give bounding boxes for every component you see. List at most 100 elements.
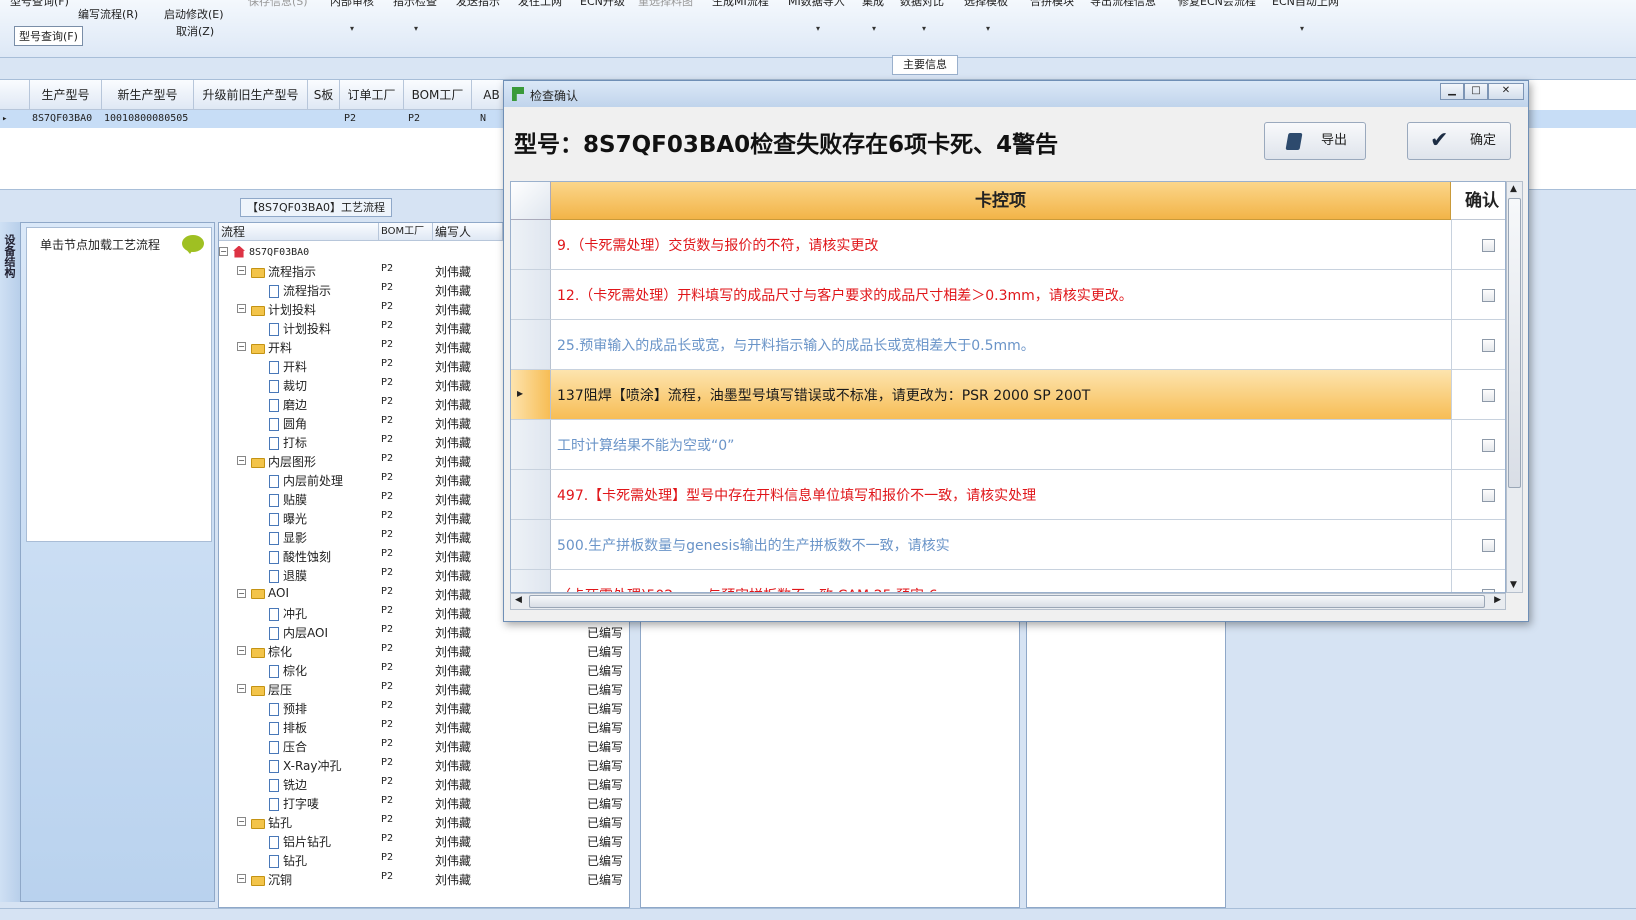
tree-node[interactable]: 预排 P2 刘伟藏 已编写	[219, 698, 629, 717]
horizontal-scrollbar[interactable]: ◀ ▶	[510, 593, 1506, 610]
scroll-left-icon[interactable]: ◀	[515, 595, 522, 605]
vscroll-thumb[interactable]	[1508, 198, 1521, 488]
control-item-row[interactable]: 497.【卡死需处理】型号中存在开料信息单位填写和报价不一致，请核实处理	[511, 470, 1505, 520]
col-s-board[interactable]: S板	[308, 80, 340, 110]
confirm-checkbox[interactable]	[1482, 339, 1495, 352]
tree-node[interactable]: 棕化 P2 刘伟藏 已编写	[219, 660, 629, 679]
export-flow-info-button[interactable]: 导出流程信息	[1090, 0, 1156, 9]
send-instruction-button[interactable]: 发送指示	[456, 0, 500, 9]
confirm-checkbox[interactable]	[1482, 239, 1495, 252]
col-confirm[interactable]: 确认	[1451, 182, 1505, 220]
collapse-icon[interactable]: −	[219, 247, 228, 256]
generate-mi-flow-button[interactable]: 生成MI流程	[712, 0, 769, 9]
merge-module-button[interactable]: 合拼模块	[1030, 0, 1074, 9]
row-header[interactable]	[511, 520, 551, 569]
tree-node[interactable]: − 棕化 P2 刘伟藏 已编写	[219, 641, 629, 660]
internal-review-button[interactable]: 内部审核	[330, 0, 374, 9]
grid-corner[interactable]	[511, 182, 551, 220]
collapse-icon[interactable]: −	[237, 266, 246, 275]
confirm-checkbox[interactable]	[1482, 489, 1495, 502]
scroll-up-icon[interactable]: ▲	[1510, 184, 1517, 194]
save-info-button[interactable]: 保存信息(S)	[248, 0, 308, 9]
collapse-icon[interactable]: −	[237, 304, 246, 313]
ecn-upgrade-button[interactable]: ECN升级	[580, 0, 625, 9]
chevron-down-icon[interactable]: ▾	[1300, 24, 1304, 33]
integrate-button[interactable]: 集成	[862, 0, 884, 9]
chevron-down-icon[interactable]: ▾	[414, 24, 418, 33]
control-item-row[interactable]: 9.（卡死需处理）交货数与报价的不符，请核实更改	[511, 220, 1505, 270]
col-new-production-model[interactable]: 新生产型号	[102, 80, 194, 110]
ribbon-model-query-top[interactable]: 型号查询(F)	[10, 0, 72, 9]
row-header[interactable]	[511, 220, 551, 269]
confirm-checkbox[interactable]	[1482, 439, 1495, 452]
minimize-icon[interactable]: ▁	[1440, 83, 1464, 100]
tree-node[interactable]: 打字唛 P2 刘伟藏 已编写	[219, 793, 629, 812]
dialog-titlebar[interactable]: 检查确认 ▁ □ ✕	[504, 81, 1528, 107]
row-header[interactable]	[511, 320, 551, 369]
row-header[interactable]: ▸	[511, 370, 551, 419]
col-flow[interactable]: 流程	[219, 223, 379, 241]
select-template-button[interactable]: 选择模板	[964, 0, 1008, 9]
tree-node[interactable]: − 层压 P2 刘伟藏 已编写	[219, 679, 629, 698]
reselect-drawing-button[interactable]: 重选择料图	[638, 0, 693, 9]
tree-node[interactable]: 排板 P2 刘伟藏 已编写	[219, 717, 629, 736]
collapse-icon[interactable]: −	[237, 684, 246, 693]
send-to-network-button[interactable]: 发往工网	[518, 0, 562, 9]
row-header[interactable]	[511, 420, 551, 469]
control-item-row[interactable]: 500.生产拼板数量与genesis输出的生产拼板数不一致，请核实	[511, 520, 1505, 570]
col-production-model[interactable]: 生产型号	[30, 80, 102, 110]
tree-node[interactable]: 钻孔 P2 刘伟藏 已编写	[219, 850, 629, 869]
chevron-down-icon[interactable]: ▾	[350, 24, 354, 33]
control-item-row[interactable]: （卡死需处理)502.sam与预审拼板数不一致 CAM:25 预审:6	[511, 570, 1505, 592]
ecn-auto-network-button[interactable]: ECN自动上网	[1272, 0, 1339, 9]
confirm-checkbox[interactable]	[1482, 389, 1495, 402]
tree-node[interactable]: 压合 P2 刘伟藏 已编写	[219, 736, 629, 755]
chevron-down-icon[interactable]: ▾	[922, 24, 926, 33]
export-button[interactable]: 导出	[1264, 122, 1366, 160]
main-info-tab[interactable]: 主要信息	[892, 55, 958, 75]
scroll-down-icon[interactable]: ▼	[1510, 580, 1517, 590]
collapse-icon[interactable]: −	[237, 874, 246, 883]
start-modify-button[interactable]: 启动修改(E)	[164, 6, 224, 22]
process-flow-tab[interactable]: 【8S7QF03BA0】工艺流程	[240, 198, 392, 217]
confirm-checkbox[interactable]	[1482, 539, 1495, 552]
control-item-row[interactable]: 工时计算结果不能为空或“0”	[511, 420, 1505, 470]
col-bom-factory[interactable]: BOM工厂	[379, 223, 433, 241]
tree-node[interactable]: − 沉铜 P2 刘伟藏 已编写	[219, 869, 629, 888]
model-query-button[interactable]: 型号查询(F)	[14, 26, 83, 46]
scroll-right-icon[interactable]: ▶	[1494, 595, 1501, 605]
tree-node[interactable]: 内层AOI P2 刘伟藏 已编写	[219, 622, 629, 641]
chevron-down-icon[interactable]: ▾	[816, 24, 820, 33]
collapse-icon[interactable]: −	[237, 646, 246, 655]
edit-flow-button[interactable]: 编写流程(R)	[78, 6, 138, 22]
collapse-icon[interactable]: −	[237, 817, 246, 826]
collapse-icon[interactable]: −	[237, 589, 246, 598]
tree-node[interactable]: 铝片钻孔 P2 刘伟藏 已编写	[219, 831, 629, 850]
close-icon[interactable]: ✕	[1488, 83, 1524, 100]
col-control-item[interactable]: 卡控项	[551, 182, 1451, 220]
col-bom-factory[interactable]: BOM工厂	[404, 80, 472, 110]
chevron-down-icon[interactable]: ▾	[986, 24, 990, 33]
row-header[interactable]	[511, 470, 551, 519]
cancel-button[interactable]: 取消(Z)	[176, 23, 214, 39]
control-item-row[interactable]: ▸ 137阻焊【喷涂】流程，油墨型号填写错误或不标准，请更改为：PSR 2000 …	[511, 370, 1505, 420]
row-header[interactable]	[511, 270, 551, 319]
equipment-structure-label[interactable]: 设备结构	[3, 234, 17, 278]
chevron-down-icon[interactable]: ▾	[872, 24, 876, 33]
hscroll-thumb[interactable]	[529, 595, 1485, 608]
col-order-factory[interactable]: 订单工厂	[340, 80, 404, 110]
confirm-button[interactable]: ✔ 确定	[1407, 122, 1511, 160]
tree-node[interactable]: 铣边 P2 刘伟藏 已编写	[219, 774, 629, 793]
tree-node[interactable]: X-Ray冲孔 P2 刘伟藏 已编写	[219, 755, 629, 774]
confirm-checkbox[interactable]	[1482, 289, 1495, 302]
control-item-row[interactable]: 25.预审输入的成品长或宽，与开料指示输入的成品长或宽相差大于0.5mm。	[511, 320, 1505, 370]
col-author[interactable]: 编写人	[433, 223, 503, 241]
tree-node[interactable]: − 钻孔 P2 刘伟藏 已编写	[219, 812, 629, 831]
mi-data-import-button[interactable]: MI数据导入	[788, 0, 845, 9]
data-compare-button[interactable]: 数据对比	[900, 0, 944, 9]
vertical-scrollbar[interactable]: ▲ ▼	[1506, 181, 1523, 593]
control-item-row[interactable]: 12.（卡死需处理）开料填写的成品尺寸与客户要求的成品尺寸相差＞0.3mm，请核…	[511, 270, 1505, 320]
col-old-production-model[interactable]: 升级前旧生产型号	[194, 80, 308, 110]
maximize-icon[interactable]: □	[1464, 83, 1488, 100]
row-header[interactable]	[511, 570, 551, 592]
